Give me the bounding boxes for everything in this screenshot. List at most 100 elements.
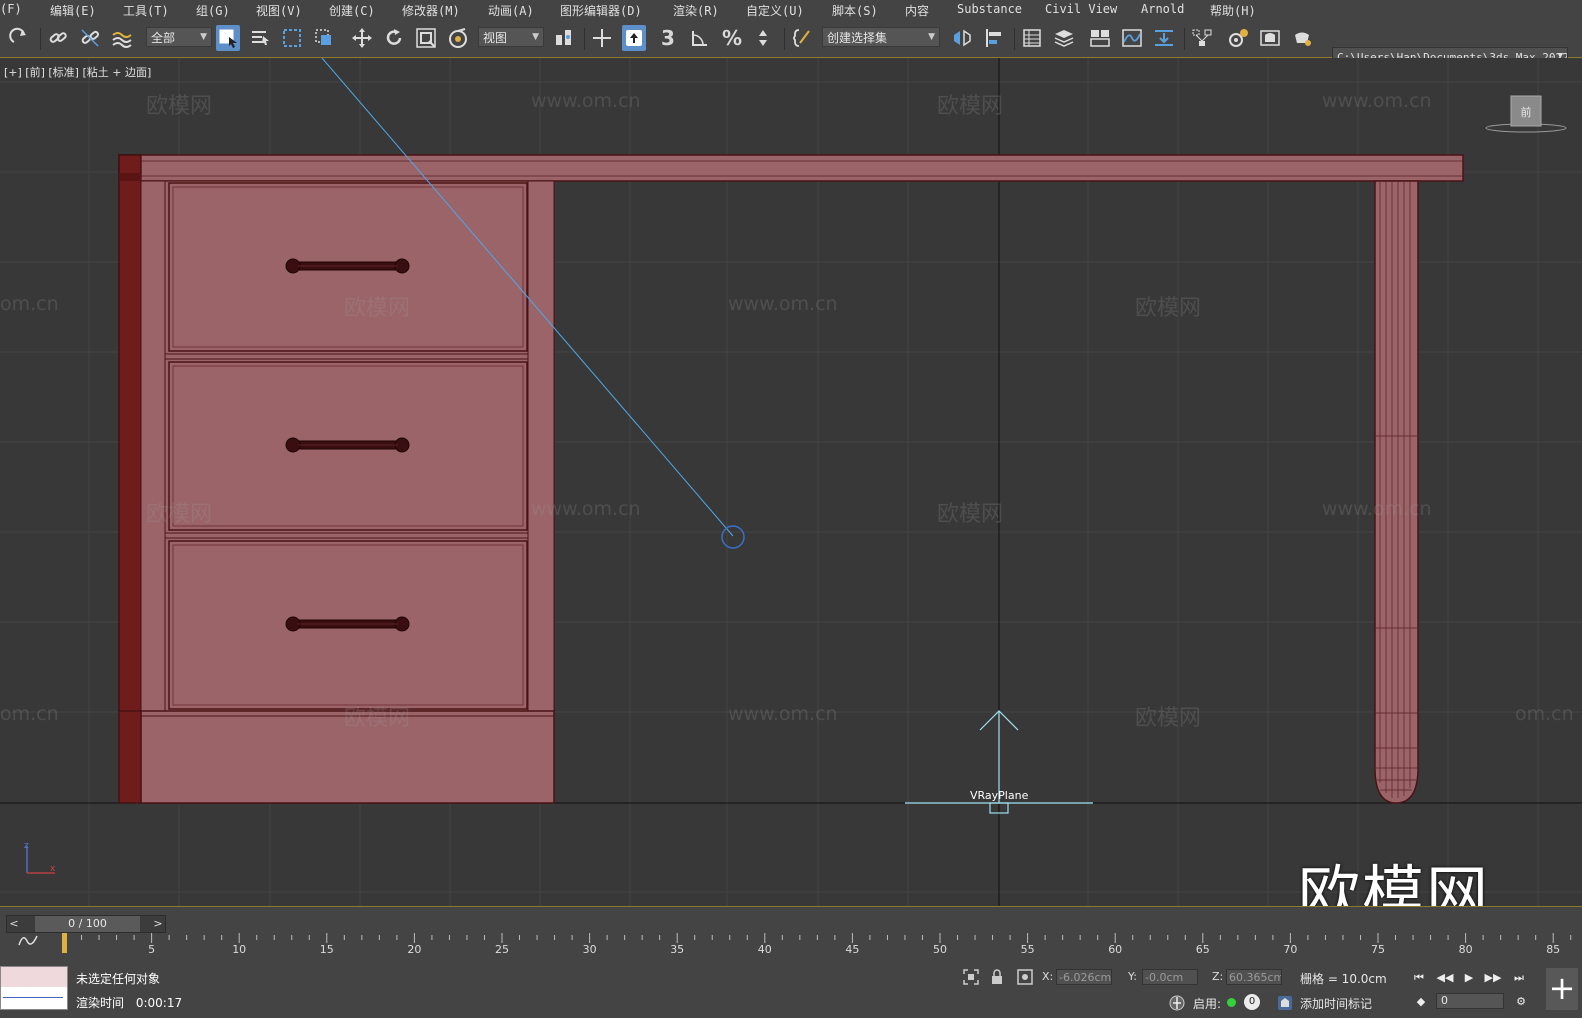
link-icon[interactable]: [46, 25, 70, 51]
menu-content[interactable]: 内容: [905, 2, 929, 19]
viewcube-label[interactable]: 前: [1521, 105, 1532, 119]
align-icon[interactable]: [982, 25, 1006, 51]
rect-region-icon[interactable]: [280, 25, 304, 51]
bind-space-warp-icon[interactable]: [110, 25, 134, 51]
selection-lock-icon[interactable]: [988, 968, 1006, 986]
menu-rendering[interactable]: 渲染(R): [673, 2, 719, 19]
pivot-center-icon[interactable]: [552, 25, 576, 51]
move-icon[interactable]: [350, 25, 374, 51]
isolate-selection-icon[interactable]: [962, 968, 980, 986]
axis-tripod: z x: [24, 841, 56, 874]
watermark-url: www.om.cn: [531, 90, 641, 112]
edit-named-selection-icon[interactable]: [790, 25, 814, 51]
ruler-tick-label: 55: [1020, 943, 1035, 956]
rendered-frame-window-icon[interactable]: [1258, 25, 1282, 51]
go-to-start-icon[interactable]: ⏮: [1410, 970, 1428, 986]
maxscript-listener[interactable]: [0, 966, 68, 1010]
ref-coord-dropdown[interactable]: 视图 ▼: [478, 27, 544, 47]
menu-create[interactable]: 创建(C): [329, 2, 375, 19]
schematic-view-icon[interactable]: [1190, 25, 1214, 51]
menu-help[interactable]: 帮助(H): [1210, 2, 1256, 19]
y-coordinate-field[interactable]: -0.0cm: [1142, 969, 1198, 985]
enable-status-indicator[interactable]: [1227, 998, 1236, 1007]
key-mode-icon[interactable]: ◆: [1412, 994, 1430, 1010]
selection-filter-dropdown[interactable]: 全部 ▼: [146, 27, 212, 47]
adaptive-degradation-icon[interactable]: [1168, 994, 1186, 1012]
time-slider-thumb[interactable]: 0 / 100: [35, 916, 140, 932]
angle-snap-icon[interactable]: [688, 25, 712, 51]
keyboard-shortcut-override-icon[interactable]: [622, 25, 646, 51]
watermark-text: 欧模网: [937, 502, 1004, 527]
menu-graph-editors[interactable]: 图形编辑器(D): [560, 2, 642, 19]
menu-civil-view[interactable]: Civil View: [1045, 2, 1117, 16]
ruler-tick-label: 10: [232, 943, 247, 956]
menu-bar: (F) 编辑(E) 工具(T) 组(G) 视图(V) 创建(C) 修改器(M) …: [0, 0, 1582, 20]
scene-explorer-icon[interactable]: [1020, 25, 1044, 51]
menu-scripting[interactable]: 脚本(S): [832, 2, 878, 19]
toggle-ribbon-icon[interactable]: [1088, 25, 1112, 51]
time-tag-icon[interactable]: [1276, 994, 1294, 1012]
previous-key-icon[interactable]: ◀◀: [1436, 970, 1454, 986]
add-time-tag[interactable]: 添加时间标记: [1300, 995, 1372, 1012]
watermark-text: 欧模网: [146, 94, 213, 119]
menu-file[interactable]: (F): [0, 2, 22, 16]
time-slider[interactable]: < 0 / 100 >: [6, 915, 166, 933]
layer-explorer-icon[interactable]: [1052, 25, 1076, 51]
grid-spacing: 栅格 = 10.0cm: [1300, 972, 1387, 986]
window-crossing-icon[interactable]: [312, 25, 336, 51]
viewport-label[interactable]: [+] [前] [标准] [粘土 + 边面]: [4, 64, 151, 80]
menu-views[interactable]: 视图(V): [256, 2, 302, 19]
watermark-url: www.om.cn: [728, 703, 838, 725]
viewport-navigation-plus-icon[interactable]: +: [1546, 968, 1578, 1010]
prev-frame-button[interactable]: <: [7, 916, 21, 932]
vrayplane-label: VRayPlane: [970, 789, 1029, 802]
absolute-transform-icon[interactable]: [1016, 968, 1034, 986]
menu-customize[interactable]: 自定义(U): [746, 2, 804, 19]
menu-tools[interactable]: 工具(T): [123, 2, 169, 19]
go-to-end-icon[interactable]: ⏭: [1510, 970, 1528, 986]
percent-snap-icon[interactable]: %: [720, 25, 744, 51]
mini-curve-editor-icon[interactable]: [18, 933, 42, 951]
curve-editor-icon[interactable]: [1120, 25, 1144, 51]
ruler-tick-label: 35: [670, 943, 685, 956]
watermark-text: 欧模网: [344, 706, 411, 731]
current-frame-field[interactable]: 0: [1436, 993, 1504, 1009]
ruler-tick-label: 20: [407, 943, 422, 956]
time-config-icon[interactable]: ⚙: [1512, 994, 1530, 1010]
menu-animation[interactable]: 动画(A): [488, 2, 534, 19]
ruler-tick-label: 70: [1283, 943, 1298, 956]
front-viewport[interactable]: z x 前 [+] [前] [标准] [粘土 + 边面] 欧模网 www.om.…: [0, 58, 1582, 906]
menu-edit[interactable]: 编辑(E): [50, 2, 96, 19]
menu-modifiers[interactable]: 修改器(M): [402, 2, 460, 19]
select-manipulate-icon[interactable]: [590, 25, 614, 51]
mirror-icon[interactable]: [950, 25, 974, 51]
x-coordinate-field[interactable]: -6.026cm: [1056, 969, 1112, 985]
next-key-icon[interactable]: ▶▶: [1484, 970, 1502, 986]
spinner-snap-icon[interactable]: [752, 25, 776, 51]
rotate-icon[interactable]: [382, 25, 406, 51]
current-frame-marker[interactable]: [62, 933, 67, 953]
next-frame-button[interactable]: >: [151, 916, 165, 932]
selection-filter-value: 全部: [151, 30, 176, 45]
scale-icon[interactable]: [414, 25, 438, 51]
placement-icon[interactable]: [446, 25, 470, 51]
render-setup-icon[interactable]: [1226, 25, 1250, 51]
menu-arnold[interactable]: Arnold: [1141, 2, 1184, 16]
render-production-icon[interactable]: [1290, 25, 1314, 51]
snaps-toggle-icon[interactable]: 3: [656, 25, 680, 51]
named-selection-dropdown[interactable]: 创建选择集 ▼: [822, 27, 940, 47]
play-icon[interactable]: ▶: [1460, 970, 1478, 986]
select-by-name-icon[interactable]: [248, 25, 272, 51]
menu-substance[interactable]: Substance: [957, 2, 1022, 16]
watermark-url: www.om.cn: [531, 498, 641, 520]
dope-sheet-icon[interactable]: [1152, 25, 1176, 51]
enable-count[interactable]: 0: [1244, 994, 1260, 1010]
select-object-icon[interactable]: [216, 25, 240, 51]
menu-group[interactable]: 组(G): [196, 2, 230, 19]
redo-icon[interactable]: [8, 25, 32, 51]
unlink-icon[interactable]: [78, 25, 102, 51]
track-bar[interactable]: 5 10 15 20 25 30 35 40 45 50 55 60 65 70 75 80 85: [60, 933, 1580, 956]
z-coordinate-field[interactable]: 60.365cm: [1226, 969, 1282, 985]
main-toolbar: 全部 ▼ 视图 ▼ 3 % 创建选择集 ▼ ▼: [0, 20, 1582, 69]
x-label: X:: [1042, 970, 1054, 983]
